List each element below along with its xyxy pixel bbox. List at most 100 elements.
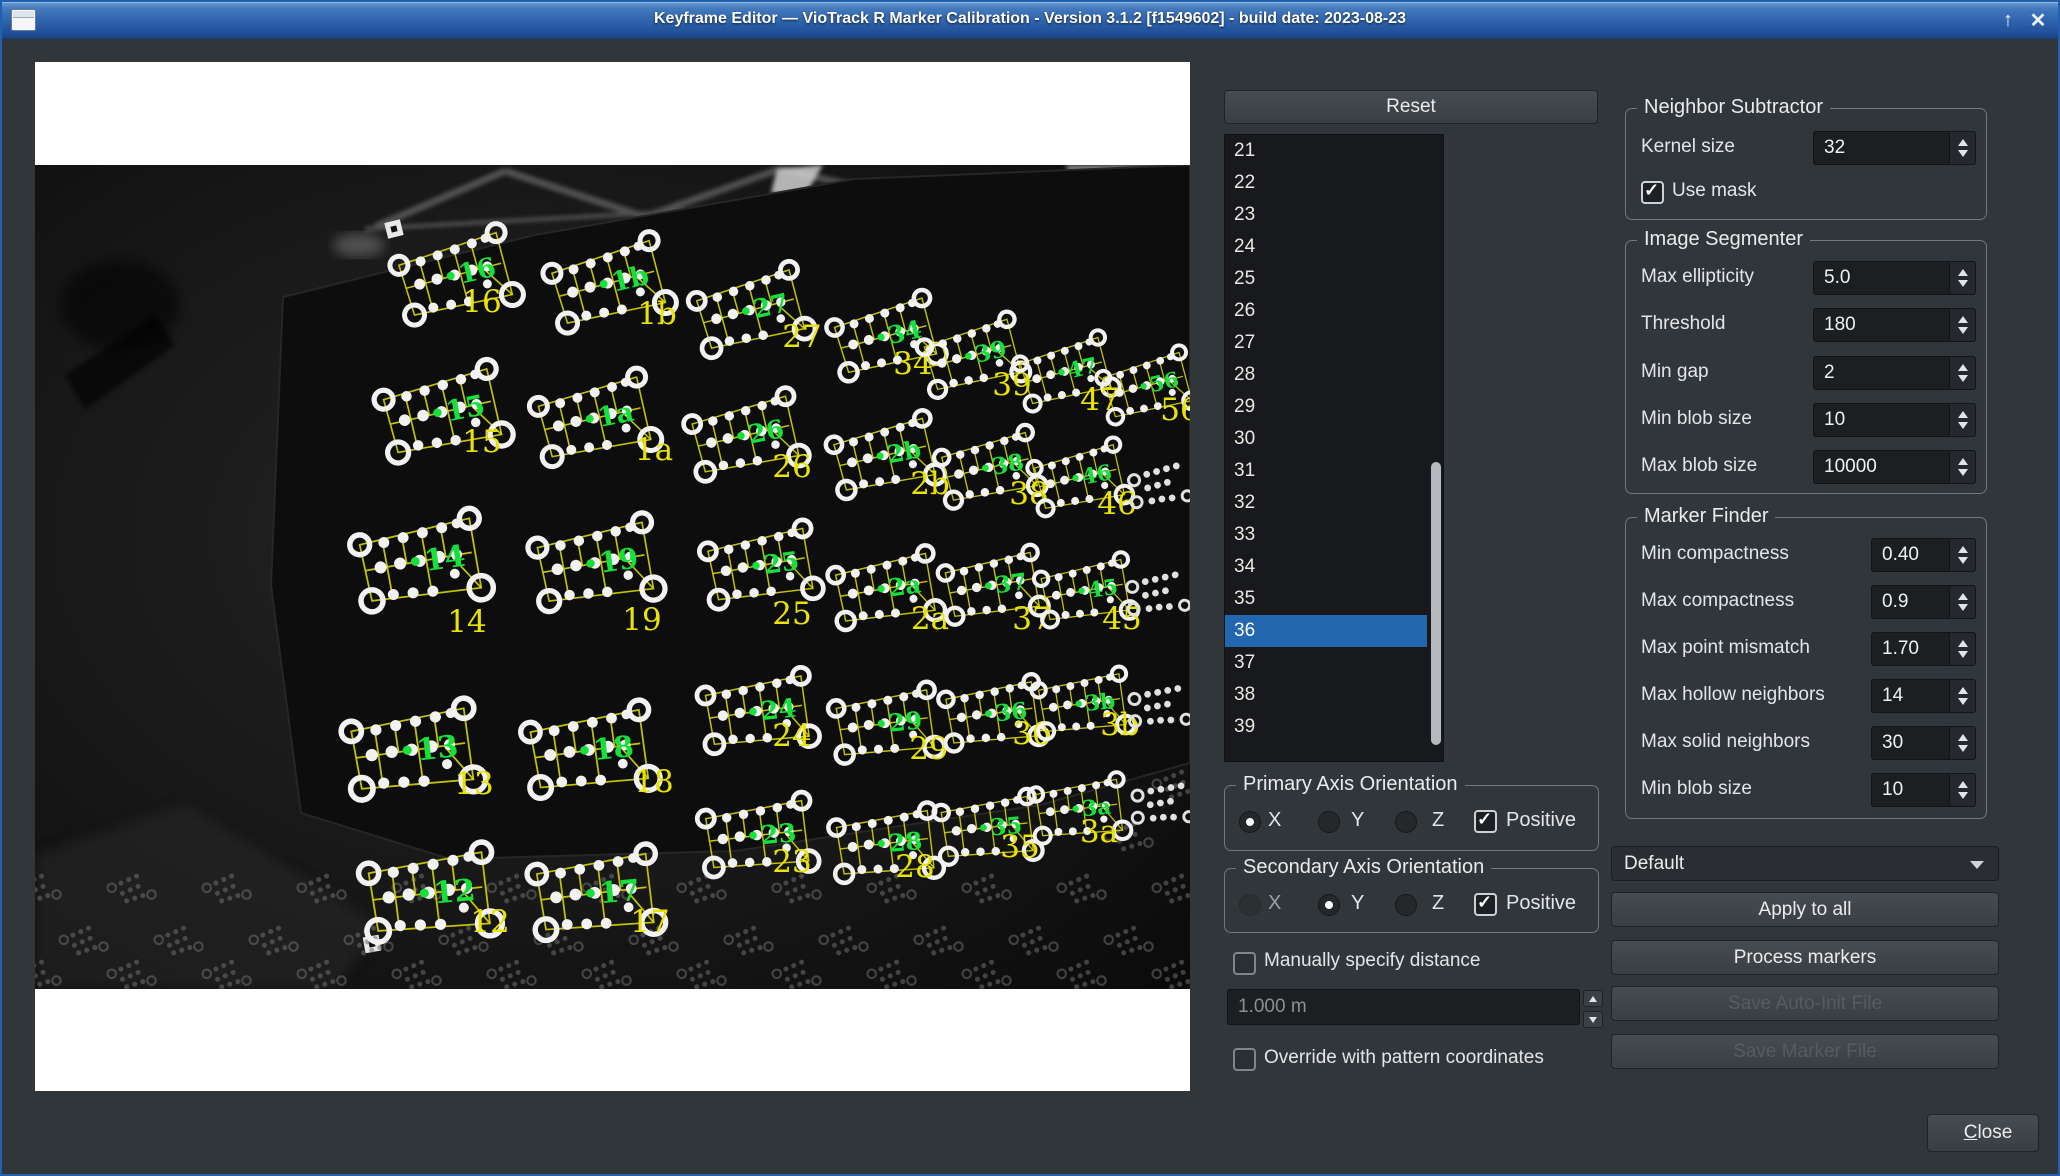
max-hollow-neighbors-spin-arrows[interactable] [1949,679,1976,713]
reset-button[interactable]: Reset [1224,90,1598,124]
keyframe-item-31[interactable]: 31 [1225,455,1443,487]
max-blob-size-value: 10000 [1813,450,1949,484]
process-markers-button[interactable]: Process markers [1611,940,1999,975]
spin-down-icon [1958,327,1968,334]
secondary-axis-z-radio[interactable] [1395,894,1417,916]
spin-down-icon [1958,150,1968,157]
min-gap-label: Min gap [1641,361,1709,383]
keyframe-list-scrollbar[interactable] [1431,462,1441,745]
keyframe-item-27[interactable]: 27 [1225,327,1443,359]
kernel-size-spin-arrows[interactable] [1949,131,1976,165]
keyframe-item-34[interactable]: 34 [1225,551,1443,583]
max-point-mismatch-spin-arrows[interactable] [1949,632,1976,666]
keyframe-item-33[interactable]: 33 [1225,519,1443,551]
preset-dropdown[interactable]: Default [1611,846,1999,881]
max-compactness-spinbox[interactable]: 0.9 [1871,585,1976,619]
spin-up-icon [1958,593,1968,600]
marker-label-1a: 1a [635,432,673,468]
spin-up-icon [1958,316,1968,323]
keyframe-item-38[interactable]: 38 [1225,679,1443,711]
min-blob-size-spin-arrows[interactable] [1949,773,1976,807]
primary-axis-positive-label: Positive [1506,809,1576,832]
min-gap-spin-arrows[interactable] [1949,356,1976,390]
keyframe-item-23[interactable]: 23 [1225,199,1443,231]
marker-label-45: 45 [1102,601,1141,637]
max-point-mismatch-value: 1.70 [1871,632,1949,666]
max-blob-size-spin-arrows[interactable] [1949,450,1976,484]
keyframe-item-36[interactable]: 36 [1225,615,1427,647]
spin-up-icon [1958,734,1968,741]
override-pattern-coordinates-checkbox[interactable] [1233,1048,1256,1071]
distance-decrement-icon[interactable] [1583,1011,1603,1028]
max-ellipticity-spin-arrows[interactable] [1949,261,1976,295]
max-hollow-neighbors-spinbox[interactable]: 14 [1871,679,1976,713]
keyframe-item-32[interactable]: 32 [1225,487,1443,519]
maximize-button[interactable]: ↑ [1994,6,2022,34]
min-compactness-spinbox[interactable]: 0.40 [1871,538,1976,572]
primary-axis-x-radio[interactable] [1239,811,1261,833]
use-mask-checkbox[interactable] [1641,181,1664,204]
distance-spinbox[interactable]: 1.000 m [1227,989,1580,1025]
marker-label-29: 29 [909,731,948,767]
min-compactness-label: Min compactness [1641,543,1789,565]
distance-spinbox-arrows[interactable] [1583,990,1603,1028]
keyframe-list[interactable]: 21222324252627282930313233343536373839 [1224,134,1444,762]
image-viewport[interactable]: 16161b1b2727343439394747565615151a1a2626… [35,62,1190,1091]
apply-to-all-button[interactable]: Apply to all [1611,892,1999,927]
save-auto-init-file-button[interactable]: Save Auto-Init File [1611,986,1999,1021]
marker-annotation-19: 19 [597,541,641,580]
primary-axis-z-label: Z [1432,809,1444,832]
primary-axis-z-radio[interactable] [1395,811,1417,833]
min-blob-size-spinbox[interactable]: 10 [1871,773,1976,807]
keyframe-item-21[interactable]: 21 [1225,135,1443,167]
min-blob-size-value: 10 [1871,773,1949,807]
keyframe-item-22[interactable]: 22 [1225,167,1443,199]
spin-up-icon [1958,640,1968,647]
marker-label-3b: 3b [1100,707,1140,743]
threshold-spinbox[interactable]: 180 [1813,308,1976,342]
secondary-axis-positive-checkbox[interactable] [1474,893,1497,916]
max-solid-neighbors-spin-arrows[interactable] [1949,726,1976,760]
manually-specify-distance-checkbox[interactable] [1233,952,1256,975]
close-button[interactable]: Close [1927,1114,2039,1152]
secondary-axis-y-radio[interactable] [1318,894,1340,916]
max-blob-size-spinbox[interactable]: 10000 [1813,450,1976,484]
distance-increment-icon[interactable] [1583,990,1603,1007]
min-compactness-spin-arrows[interactable] [1949,538,1976,572]
max-ellipticity-spinbox[interactable]: 5.0 [1813,261,1976,295]
secondary-axis-x-radio[interactable] [1239,894,1261,916]
kernel-size-spinbox[interactable]: 32 [1813,131,1976,165]
marker-label-18: 18 [634,764,673,800]
marker-annotation-13: 13 [415,729,461,768]
keyframe-item-30[interactable]: 30 [1225,423,1443,455]
kernel-size-label: Kernel size [1641,136,1735,158]
primary-axis-positive-checkbox[interactable] [1474,810,1497,833]
min-blob-size-spinbox[interactable]: 10 [1813,403,1976,437]
marker-label-25: 25 [772,596,811,632]
min-blob-size-label: Min blob size [1641,778,1752,800]
marker-label-3a: 3a [1080,814,1118,850]
spin-up-icon [1958,139,1968,146]
marker-label-56: 56 [1160,392,1190,428]
max-solid-neighbors-spinbox[interactable]: 30 [1871,726,1976,760]
max-point-mismatch-spinbox[interactable]: 1.70 [1871,632,1976,666]
max-compactness-spin-arrows[interactable] [1949,585,1976,619]
min-blob-size-spin-arrows[interactable] [1949,403,1976,437]
keyframe-item-26[interactable]: 26 [1225,295,1443,327]
threshold-spin-arrows[interactable] [1949,308,1976,342]
primary-axis-y-radio[interactable] [1318,811,1340,833]
window-close-button[interactable]: ✕ [2024,6,2052,34]
keyframe-item-24[interactable]: 24 [1225,231,1443,263]
keyframe-item-25[interactable]: 25 [1225,263,1443,295]
keyframe-item-28[interactable]: 28 [1225,359,1443,391]
save-marker-file-button[interactable]: Save Marker File [1611,1034,1999,1069]
window-title: Keyframe Editor — VioTrack R Marker Cali… [2,10,2058,28]
secondary-axis-title: Secondary Axis Orientation [1236,856,1491,879]
max-ellipticity-label: Max ellipticity [1641,266,1754,288]
keyframe-item-37[interactable]: 37 [1225,647,1443,679]
keyframe-item-39[interactable]: 39 [1225,711,1443,743]
keyframe-item-29[interactable]: 29 [1225,391,1443,423]
keyframe-item-35[interactable]: 35 [1225,583,1443,615]
min-gap-spinbox[interactable]: 2 [1813,356,1976,390]
max-compactness-value: 0.9 [1871,585,1949,619]
